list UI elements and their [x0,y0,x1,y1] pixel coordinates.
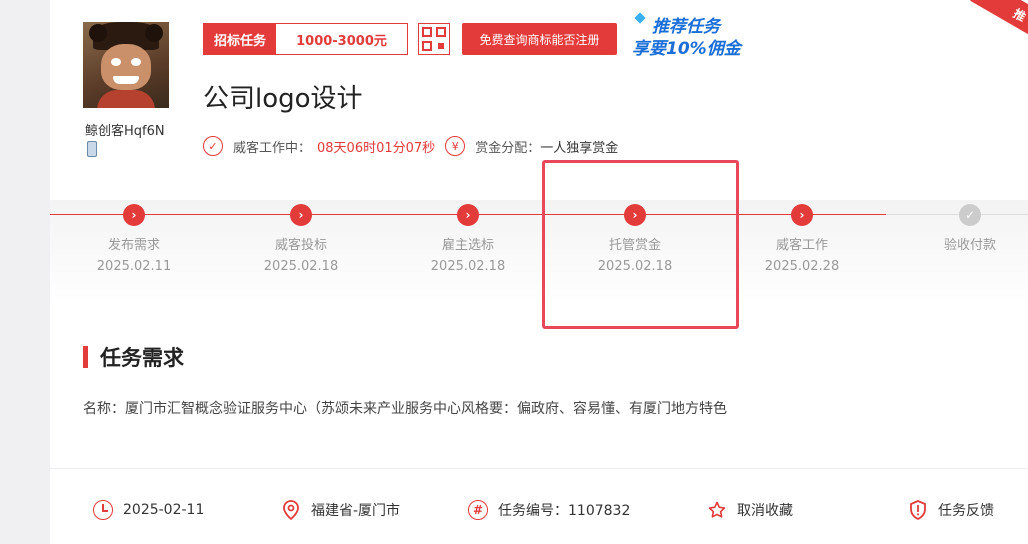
task-location: 福建省-厦门市 [281,500,400,520]
reward-value: 一人独享赏金 [540,140,619,156]
timeline-step: ✓ 验收付款 [910,204,1028,259]
task-detail-panel: 鲸创客Hqf6N 招标任务 1000-3000元 免费查询商标能否注册 推荐任务… [50,0,1028,544]
highlight-annotation-box [542,160,739,329]
section-title: 任务需求 [83,342,184,372]
timeline-step: › 威客工作 2025.02.28 [742,204,862,274]
timeline-step: › 威客投标 2025.02.18 [241,204,361,274]
reward-label: 赏金分配： [475,140,541,156]
location-pin-icon [281,500,301,520]
hash-icon: # [468,500,488,520]
chevron-right-icon: › [290,204,312,226]
task-type-label: 招标任务 [204,24,276,54]
chevron-right-icon: › [123,204,145,226]
promo-line2: 享要10%佣金 [632,39,741,59]
phone-verified-icon [87,141,97,157]
task-type-tag: 招标任务 1000-3000元 [203,23,408,55]
timeline-step: › 发布需求 2025.02.11 [74,204,194,274]
check-icon: ✓ [203,136,223,156]
divider [50,468,1028,469]
username[interactable]: 鲸创客Hqf6N [85,120,165,139]
task-price: 1000-3000元 [296,33,387,49]
task-number: # 任务编号：1107832 [468,500,630,520]
chevron-right-icon: › [791,204,813,226]
cancel-favorite-button[interactable]: 取消收藏 [707,500,793,520]
yen-icon: ¥ [445,136,466,156]
task-status-row: ✓ 威客工作中： 08天06时01分07秒 ¥ 赏金分配： 一人独享赏金 [203,136,618,156]
page-title: 公司logo设计 [203,84,363,114]
sparkle-icon [634,12,646,24]
promo-banner[interactable]: 推荐任务 享要10%佣金 [632,12,760,59]
chevron-right-icon: › [457,204,479,226]
timeline-step: › 雇主选标 2025.02.18 [408,204,528,274]
task-description: 名称：厦门市汇智概念验证服务中心（苏颂未来产业服务中心风格要：偏政府、容易懂、有… [83,401,727,417]
task-feedback-button[interactable]: 任务反馈 [908,500,994,520]
corner-ribbon: 推 [958,0,1028,40]
check-icon: ✓ [959,204,981,226]
avatar[interactable] [83,22,169,108]
section-accent-bar [83,346,88,368]
task-header: 鲸创客Hqf6N 招标任务 1000-3000元 免费查询商标能否注册 推荐任务… [50,0,1028,200]
trademark-query-button[interactable]: 免费查询商标能否注册 [462,23,617,55]
shield-alert-icon [908,500,928,520]
star-icon [707,500,727,520]
publish-date: 2025-02-11 [93,500,204,520]
working-countdown: 08天06时01分07秒 [317,140,436,156]
working-label: 威客工作中： [233,140,312,156]
clock-icon [93,500,113,520]
task-progress-timeline: › 发布需求 2025.02.11 › 威客投标 2025.02.18 › 雇主… [50,200,1028,330]
qr-code-icon[interactable] [418,23,450,55]
